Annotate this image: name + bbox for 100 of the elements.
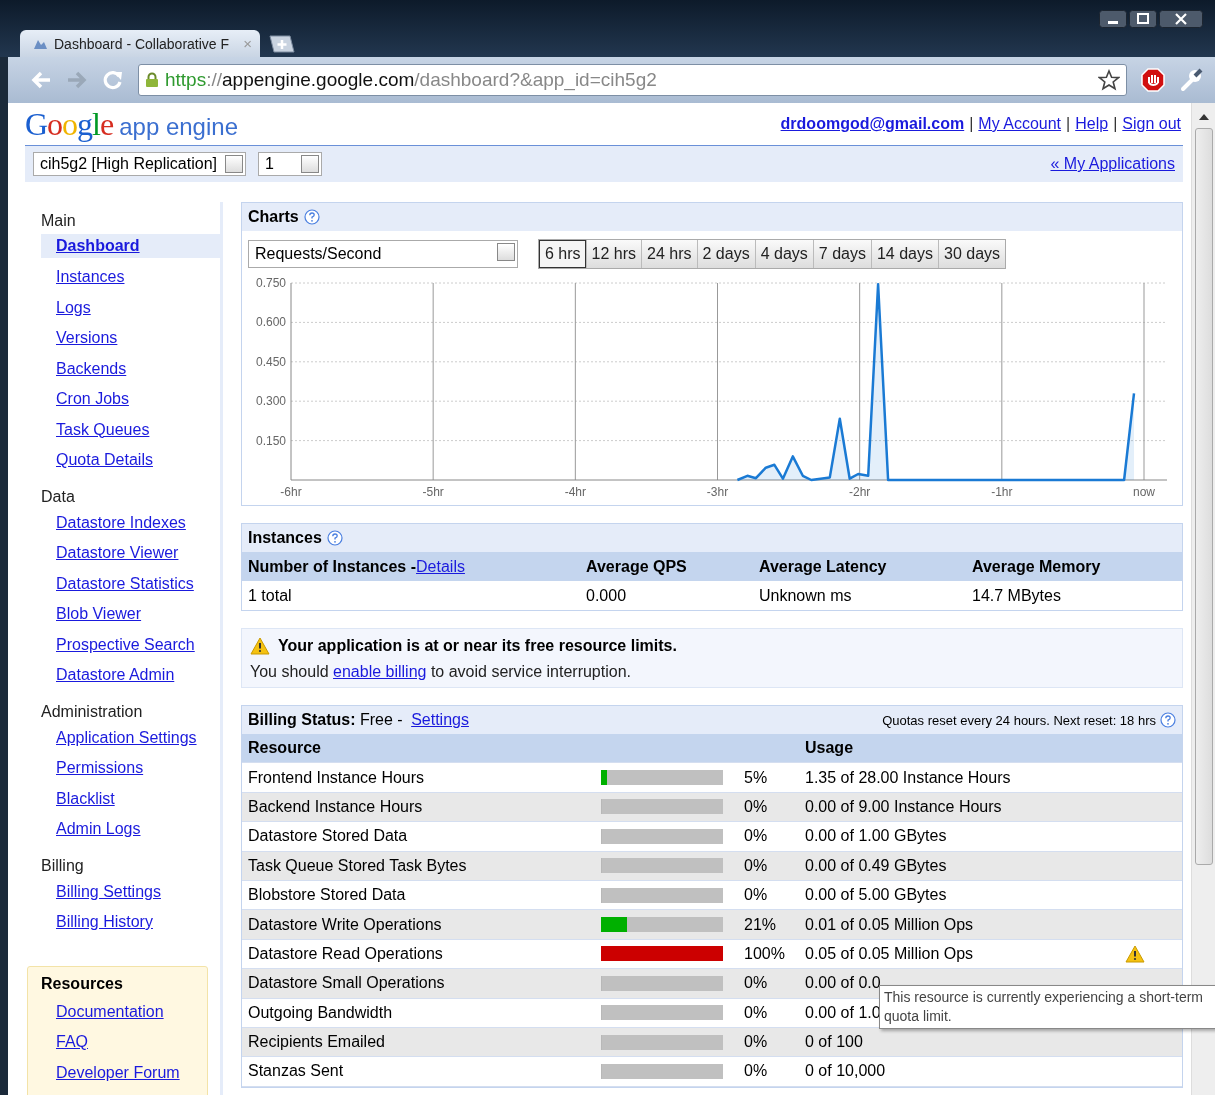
nav-section-title: Billing: [41, 855, 85, 876]
app-select[interactable]: cih5g2 [High Replication]: [33, 152, 246, 176]
usage-percent: 0%: [744, 974, 768, 993]
nav-link[interactable]: Backends: [41, 353, 127, 384]
resource-name: Task Queue Stored Task Bytes: [248, 856, 467, 875]
table-cell: 14.7 MBytes: [972, 586, 1061, 605]
nav-link[interactable]: Admin Logs: [41, 814, 141, 845]
user-email-link[interactable]: drdoomgod@gmail.com: [780, 115, 965, 133]
usage-amount: 0.00 of 0.0: [805, 974, 881, 993]
details-link[interactable]: Details: [416, 557, 465, 576]
address-bar[interactable]: https://appengine.google.com/dashboard?&app_id=cih5g2: [138, 64, 1127, 96]
new-tab-button[interactable]: [266, 34, 296, 54]
nav-link[interactable]: Blob Viewer: [41, 599, 142, 630]
nav-link[interactable]: Quota Details: [41, 445, 153, 476]
resource-name: Backend Instance Hours: [248, 797, 423, 816]
help-icon[interactable]: [1160, 712, 1176, 728]
nav-link[interactable]: Cron Jobs: [41, 384, 129, 415]
warning-headline: Your application is at or near its free resource limits.: [278, 637, 677, 655]
time-range-button[interactable]: 14 days: [870, 240, 938, 268]
maximize-icon[interactable]: [1129, 10, 1157, 28]
nav-link[interactable]: Permissions: [41, 753, 144, 784]
x-tick-label: -6hr: [280, 485, 302, 499]
x-tick-label: now: [1133, 485, 1155, 499]
y-tick-label: 0.300: [255, 394, 286, 409]
header-link[interactable]: Help: [1075, 115, 1109, 133]
resource-link[interactable]: FAQ: [41, 1027, 88, 1058]
metric-select[interactable]: Requests/Second: [248, 240, 518, 268]
header-link[interactable]: Sign out: [1122, 115, 1181, 133]
nav-link[interactable]: Billing Settings: [41, 876, 161, 907]
time-range-button[interactable]: 12 hrs: [585, 240, 642, 268]
enable-billing-link[interactable]: enable billing: [333, 663, 427, 680]
usage-amount: 0.00 of 9.00 Instance Hours: [805, 797, 1002, 816]
nav-link[interactable]: Billing History: [41, 907, 153, 938]
x-tick-label: -5hr: [422, 485, 444, 499]
usage-amount: 0 of 100: [805, 1033, 863, 1052]
resource-name: Stanzas Sent: [248, 1062, 344, 1081]
billing-status: Billing Status: Free -: [248, 711, 404, 729]
resource-name: Frontend Instance Hours: [248, 768, 425, 787]
nav-link[interactable]: Blacklist: [41, 783, 115, 814]
x-tick-label: -4hr: [564, 485, 586, 499]
usage-amount: 0.01 of 0.05 Million Ops: [805, 915, 974, 934]
time-range-button[interactable]: 7 days: [812, 240, 871, 268]
nav-link[interactable]: Datastore Statistics: [41, 568, 194, 599]
usage-percent: 100%: [744, 944, 785, 963]
star-icon[interactable]: [1098, 69, 1120, 91]
help-icon[interactable]: [303, 209, 320, 225]
usage-amount: 0.00 of 1.00 GBytes: [805, 827, 947, 846]
minimize-icon[interactable]: [1099, 10, 1127, 28]
usage-percent: 0%: [744, 827, 768, 846]
time-range-button[interactable]: 24 hrs: [641, 240, 697, 268]
usage-percent: 0%: [744, 856, 768, 875]
warning-icon[interactable]: [1125, 944, 1145, 963]
settings-link[interactable]: Settings: [411, 711, 469, 729]
usage-amount: 0.05 of 0.05 Million Ops: [805, 944, 974, 963]
help-icon[interactable]: [326, 530, 343, 546]
resource-link[interactable]: Documentation: [41, 996, 164, 1027]
column-header: Usage: [805, 739, 854, 758]
resource-name: Outgoing Bandwidth: [248, 1003, 393, 1022]
y-tick-label: 0.750: [255, 276, 286, 290]
column-header: Average Latency: [759, 557, 888, 576]
version-select[interactable]: 1: [258, 152, 322, 176]
nav-link[interactable]: Application Settings: [41, 722, 197, 753]
resources-title: Resources: [41, 974, 124, 994]
my-applications-link[interactable]: « My Applications: [1050, 155, 1175, 173]
nav-link[interactable]: Datastore Indexes: [41, 507, 186, 538]
browser-tab[interactable]: Dashboard - Collaborative F ×: [20, 30, 260, 57]
x-tick-label: -1hr: [991, 485, 1013, 499]
usage-amount: 0.00 of 5.00 GBytes: [805, 886, 947, 905]
resource-link[interactable]: Developer Forum: [41, 1057, 180, 1088]
tab-title: Dashboard - Collaborative F: [54, 35, 231, 52]
usage-percent: 0%: [744, 1062, 768, 1081]
column-header: Average QPS: [586, 557, 688, 576]
google-logo[interactable]: Google: [25, 105, 114, 143]
time-range-button[interactable]: 6 hrs: [539, 240, 586, 268]
time-range-button[interactable]: 2 days: [696, 240, 755, 268]
stop-sign-icon[interactable]: [1141, 68, 1165, 92]
scrollbar-thumb[interactable]: [1194, 128, 1213, 865]
resource-name: Datastore Small Operations: [248, 974, 445, 993]
close-icon[interactable]: [1159, 10, 1203, 28]
nav-link[interactable]: Logs: [41, 292, 91, 323]
table-cell-text: 0.000: [586, 586, 628, 605]
nav-link[interactable]: Dashboard: [41, 234, 220, 258]
nav-link[interactable]: Datastore Admin: [41, 660, 175, 691]
nav-link[interactable]: Prospective Search: [41, 629, 195, 660]
nav-link[interactable]: Instances: [41, 262, 125, 293]
y-tick-label: 0.450: [255, 354, 286, 369]
time-range-button[interactable]: 30 days: [938, 240, 1006, 268]
y-tick-label: 0.600: [255, 315, 286, 330]
nav-link[interactable]: Task Queues: [41, 414, 150, 445]
usage-percent: 0%: [744, 1003, 768, 1022]
table-cell-text: Unknown ms: [759, 586, 853, 605]
usage-percent: 0%: [744, 1033, 768, 1052]
wrench-icon[interactable]: [1179, 68, 1203, 92]
nav-section-title: Administration: [41, 701, 144, 722]
nav-link[interactable]: Versions: [41, 323, 118, 354]
time-range-button[interactable]: 4 days: [754, 240, 813, 268]
header-link[interactable]: My Account: [978, 115, 1062, 133]
nav-section-title: Data: [41, 486, 76, 507]
nav-link[interactable]: Datastore Viewer: [41, 538, 179, 569]
column-header: Number of Instances -: [248, 557, 417, 576]
